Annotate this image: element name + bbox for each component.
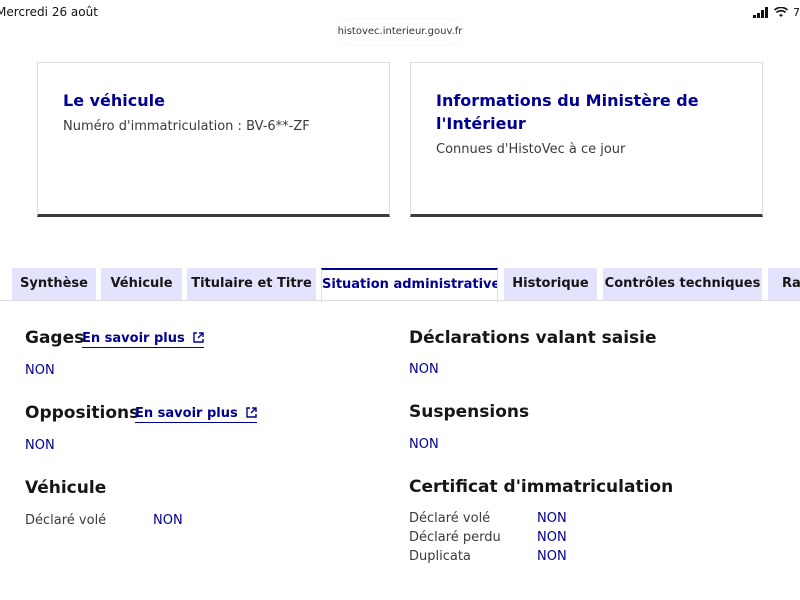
certificat-vole-label: Déclaré volé xyxy=(409,511,491,526)
battery-level: 7 xyxy=(793,5,800,19)
certificat-vole-value: NON xyxy=(537,511,567,526)
card-title: Le véhicule xyxy=(63,91,165,110)
oppositions-value: NON xyxy=(25,438,55,453)
suspensions-title: Suspensions xyxy=(409,402,530,422)
tab-rapport[interactable]: Rap xyxy=(768,268,800,300)
tab-historique[interactable]: Historique xyxy=(504,268,597,300)
card-vehicule: Le véhicule Numéro d'immatriculation : B… xyxy=(37,62,390,217)
certificat-perdu-label: Déclaré perdu xyxy=(409,530,501,545)
oppositions-title: Oppositions xyxy=(25,403,140,423)
tab-titulaire[interactable]: Titulaire et Titre xyxy=(187,268,316,300)
oppositions-learn-more-link[interactable]: En savoir plus xyxy=(135,406,257,423)
suspensions-value: NON xyxy=(409,437,439,452)
url-text: histovec.interieur.gouv.fr xyxy=(337,26,463,37)
tab-synthese[interactable]: Synthèse xyxy=(12,268,96,300)
wifi-icon xyxy=(774,6,788,17)
tab-bar: Synthèse Véhicule Titulaire et Titre Sit… xyxy=(0,268,800,302)
gages-learn-more-link[interactable]: En savoir plus xyxy=(82,331,204,348)
vehicule-title: Véhicule xyxy=(25,478,107,498)
saisie-value: NON xyxy=(409,362,439,377)
status-date: Mercredi 26 août xyxy=(0,5,98,19)
signal-icon xyxy=(753,6,768,18)
link-label: En savoir plus xyxy=(135,406,238,421)
card-title: Informations du Ministère de l'Intérieur xyxy=(436,91,699,133)
card-description: Connues d'HistoVec à ce jour xyxy=(436,142,626,157)
external-link-icon xyxy=(193,332,204,343)
saisie-title: Déclarations valant saisie xyxy=(409,328,657,348)
tab-vehicule[interactable]: Véhicule xyxy=(101,268,182,300)
certificat-duplicata-value: NON xyxy=(537,549,567,564)
status-icons: 7 xyxy=(753,5,800,19)
gages-value: NON xyxy=(25,363,55,378)
url-bar[interactable]: histovec.interieur.gouv.fr xyxy=(336,20,464,44)
link-label: En savoir plus xyxy=(82,331,185,346)
card-ministere: Informations du Ministère de l'Intérieur… xyxy=(410,62,763,217)
tab-controles-techniques[interactable]: Contrôles techniques xyxy=(603,268,762,300)
certificat-title: Certificat d'immatriculation xyxy=(409,477,674,497)
certificat-duplicata-label: Duplicata xyxy=(409,549,471,564)
vehicule-vole-label: Déclaré volé xyxy=(25,513,107,528)
gages-title: Gages xyxy=(25,328,85,348)
vehicule-vole-value: NON xyxy=(153,513,183,528)
certificat-perdu-value: NON xyxy=(537,530,567,545)
card-description: Numéro d'immatriculation : BV-6**-ZF xyxy=(63,119,310,134)
tab-situation-administrative[interactable]: Situation administrative xyxy=(321,268,498,302)
external-link-icon xyxy=(246,407,257,418)
